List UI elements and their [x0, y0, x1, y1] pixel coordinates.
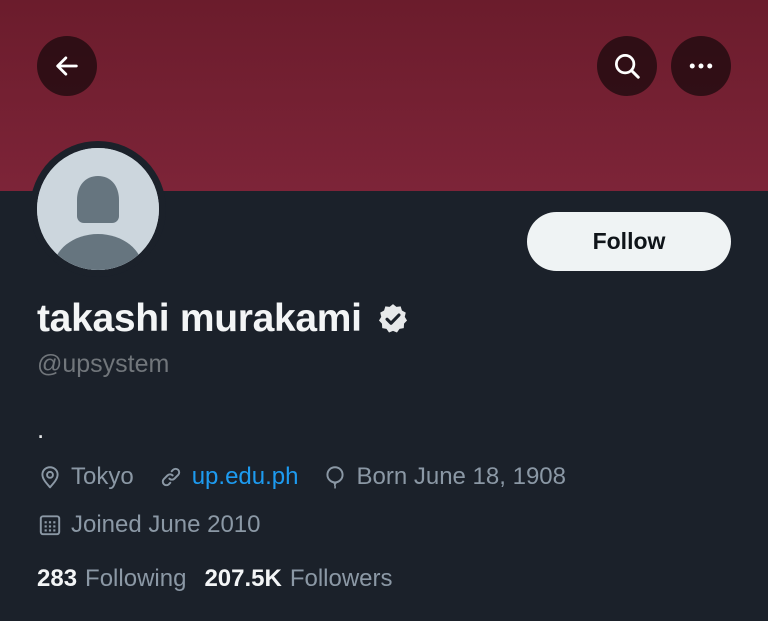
profile-joined-row: Joined June 2010: [37, 511, 285, 539]
verified-badge-icon[interactable]: [376, 302, 410, 336]
back-button[interactable]: [37, 36, 97, 96]
calendar-icon: [39, 515, 61, 536]
profile-handle: @upsystem: [37, 350, 170, 378]
joined-text: Joined June 2010: [71, 511, 261, 538]
location-text: Tokyo: [71, 463, 134, 490]
birthday-text: Born June 18, 1908: [356, 463, 566, 490]
search-button[interactable]: [597, 36, 657, 96]
arrow-left-icon: [56, 56, 78, 76]
website-item[interactable]: up.edu.ph: [158, 463, 299, 491]
location-item: Tokyo: [37, 463, 134, 491]
followers-label: Followers: [289, 565, 393, 592]
profile-meta-row: Tokyo up.edu.ph Born June 18, 1908: [37, 463, 590, 491]
followers-count: 207.5K: [204, 565, 282, 592]
birthday-item: Born June 18, 1908: [322, 463, 566, 491]
profile-bio: .: [37, 414, 45, 444]
display-name: takashi murakami: [37, 297, 362, 340]
following-stat[interactable]: 283 Following: [37, 565, 186, 593]
more-button[interactable]: [671, 36, 731, 96]
follow-button[interactable]: Follow: [527, 212, 731, 271]
more-horizontal-icon: [689, 63, 713, 69]
link-icon: [161, 467, 180, 487]
followers-stat[interactable]: 207.5K Followers: [204, 565, 392, 593]
follow-stats: 283 Following 207.5K Followers: [37, 565, 411, 593]
balloon-icon: [326, 466, 345, 489]
following-count: 283: [37, 565, 78, 592]
avatar[interactable]: [37, 148, 159, 270]
following-label: Following: [85, 565, 187, 592]
joined-item: Joined June 2010: [37, 511, 261, 539]
website-link[interactable]: up.edu.ph: [192, 463, 299, 491]
default-avatar-icon: [37, 148, 159, 270]
name-row: takashi murakami: [37, 294, 410, 344]
search-icon: [615, 54, 640, 79]
location-pin-icon: [41, 466, 59, 489]
